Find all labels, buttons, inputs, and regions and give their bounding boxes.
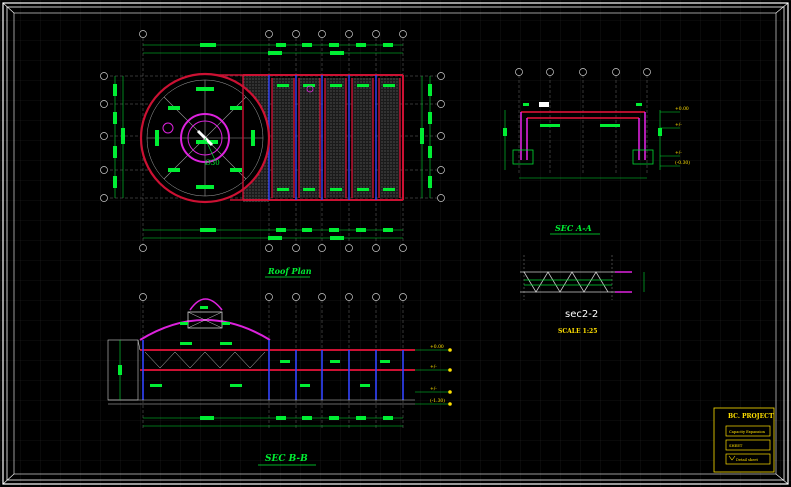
- svg-text:Ø30: Ø30: [205, 159, 220, 167]
- svg-text:(-1.30): (-1.30): [430, 397, 445, 404]
- sec-a-label: SEC A-A: [555, 223, 592, 233]
- title-block-line1: Capacity Expansion: [729, 430, 766, 434]
- cad-drawing-sheet: Ø30 Roof Plan +0.00 +/- +/- (-0.30) SEC …: [0, 0, 791, 487]
- cad-canvas[interactable]: Ø30 Roof Plan +0.00+/- +/-(-0.30) SEC A-…: [0, 0, 791, 487]
- title-block-line3: Detail sheet: [736, 458, 758, 462]
- roof-plan-label: Roof Plan: [267, 266, 312, 276]
- svg-text:+0.00: +0.00: [675, 106, 689, 112]
- roof-plan-title: Roof Plan: [265, 266, 312, 278]
- title-block-line2: SHEET: [729, 444, 743, 448]
- title-block[interactable]: BC. PROJECT Capacity Expansion SHEET Det…: [713, 407, 775, 473]
- sec2-label: sec2-2: [565, 309, 598, 320]
- scale-label: SCALE 1:25: [558, 328, 597, 335]
- sec-b-label: SEC B-B: [265, 454, 308, 464]
- svg-text:+/-: +/-: [675, 150, 682, 156]
- svg-text:+0.00: +0.00: [430, 344, 444, 350]
- title-block-project: BC. PROJECT: [728, 413, 774, 420]
- svg-text:(-0.30): (-0.30): [675, 159, 690, 166]
- svg-text:+/-: +/-: [430, 364, 437, 370]
- model-space-grid: [0, 0, 791, 487]
- svg-text:+/-: +/-: [675, 122, 682, 128]
- svg-text:+/-: +/-: [430, 386, 437, 392]
